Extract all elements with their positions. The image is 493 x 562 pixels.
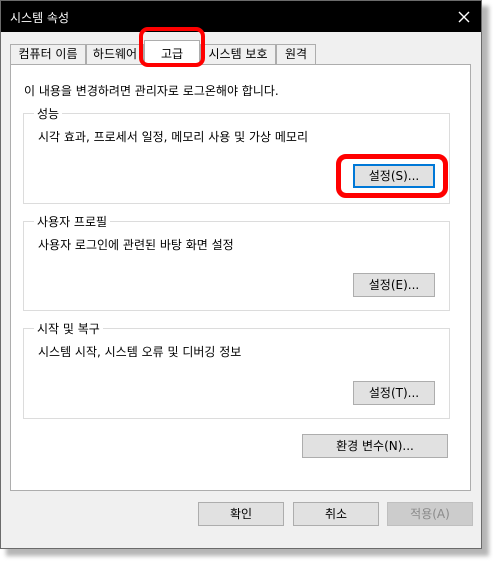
cancel-button[interactable]: 취소 — [293, 502, 379, 526]
performance-settings-button[interactable]: 설정(S)... — [353, 164, 435, 188]
startup-recovery-settings-button[interactable]: 설정(T)... — [353, 381, 435, 405]
apply-button[interactable]: 적용(A) — [387, 502, 473, 526]
performance-group: 성능 시각 효과, 프로세서 일정, 메모리 사용 및 가상 메모리 — [23, 105, 450, 204]
close-icon — [458, 11, 470, 22]
tab-system-protection[interactable]: 시스템 보호 — [200, 44, 276, 64]
performance-group-label: 성능 — [34, 105, 63, 122]
title-bar: 시스템 속성 — [1, 1, 481, 32]
performance-description: 시각 효과, 프로세서 일정, 메모리 사용 및 가상 메모리 — [38, 130, 308, 144]
system-properties-dialog: 시스템 속성 컴퓨터 이름 하드웨어 고급 시스템 보호 원격 이 내용을 변경… — [0, 0, 482, 549]
tab-advanced[interactable]: 고급 — [144, 40, 200, 66]
startup-recovery-group: 시작 및 복구 시스템 시작, 시스템 오류 및 디버깅 정보 — [23, 320, 450, 419]
ok-button[interactable]: 확인 — [198, 502, 284, 526]
user-profiles-settings-button[interactable]: 설정(E)... — [353, 273, 435, 297]
window-title: 시스템 속성 — [10, 11, 70, 25]
user-profiles-description: 사용자 로그인에 관련된 바탕 화면 설정 — [38, 238, 234, 252]
startup-recovery-group-label: 시작 및 복구 — [34, 320, 103, 337]
startup-recovery-description: 시스템 시작, 시스템 오류 및 디버깅 정보 — [38, 345, 242, 359]
tab-remote[interactable]: 원격 — [276, 44, 316, 64]
user-profiles-group: 사용자 프로필 사용자 로그인에 관련된 바탕 화면 설정 — [23, 213, 450, 311]
admin-notice: 이 내용을 변경하려면 관리자로 로그온해야 합니다. — [24, 84, 279, 98]
tab-computer-name[interactable]: 컴퓨터 이름 — [10, 44, 86, 64]
tab-hardware[interactable]: 하드웨어 — [86, 44, 144, 64]
user-profiles-group-label: 사용자 프로필 — [34, 213, 111, 230]
close-button[interactable] — [447, 1, 481, 32]
environment-variables-button[interactable]: 환경 변수(N)... — [302, 434, 448, 458]
